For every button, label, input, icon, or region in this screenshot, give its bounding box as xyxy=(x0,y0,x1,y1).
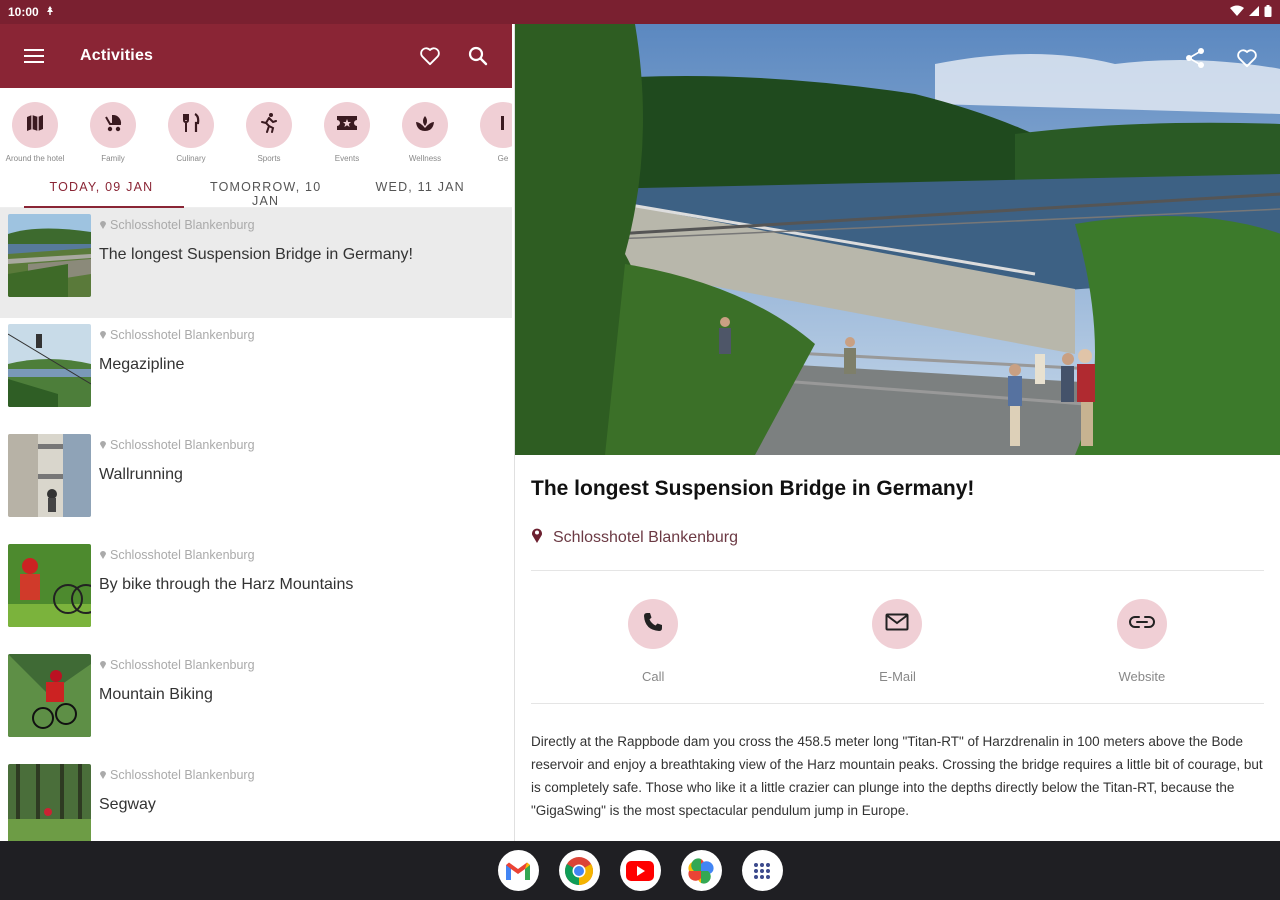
location-pin-icon xyxy=(99,658,107,672)
wifi-icon xyxy=(1230,5,1244,20)
app-bar: Activities xyxy=(0,24,512,88)
activities-list-pane: Activities Around the hotel Family Culin… xyxy=(0,24,512,841)
category-label: Culinary xyxy=(176,154,206,163)
call-label: Call xyxy=(641,669,665,684)
activity-list-item[interactable]: Schlosshotel Blankenburg Wallrunning xyxy=(0,428,512,538)
activity-location: Schlosshotel Blankenburg xyxy=(110,548,255,562)
phone-icon xyxy=(642,611,664,638)
tab-today[interactable]: TODAY, 09 JAN xyxy=(0,166,203,207)
running-icon xyxy=(259,112,279,139)
ticket-icon xyxy=(336,114,358,137)
stroller-icon xyxy=(102,112,124,139)
page-title: Activities xyxy=(80,47,154,64)
activity-list: Schlosshotel Blankenburg The longest Sus… xyxy=(0,208,512,841)
activity-location: Schlosshotel Blankenburg xyxy=(110,658,255,672)
gmail-app-icon[interactable] xyxy=(497,850,539,891)
youtube-app-icon[interactable] xyxy=(619,850,661,891)
website-button[interactable]: Website xyxy=(1020,571,1264,703)
category-label: Ge xyxy=(497,154,509,163)
activity-thumbnail xyxy=(8,544,91,627)
category-sports[interactable]: Sports xyxy=(237,102,301,166)
activity-location: Schlosshotel Blankenburg xyxy=(110,438,255,452)
category-family[interactable]: Family xyxy=(81,102,145,166)
detail-description: Directly at the Rappbode dam you cross t… xyxy=(531,734,1263,818)
call-button[interactable]: Call xyxy=(531,571,775,703)
favorites-heart-icon[interactable] xyxy=(416,42,444,70)
detail-location[interactable]: Schlosshotel Blankenburg xyxy=(531,527,1264,548)
category-label: Family xyxy=(101,154,125,163)
more-icon xyxy=(493,113,512,138)
photos-app-icon[interactable] xyxy=(680,850,722,891)
category-more[interactable]: Ge xyxy=(471,102,512,166)
website-label: Website xyxy=(1118,669,1166,684)
category-label: Events xyxy=(334,154,360,163)
location-pin-icon xyxy=(99,218,107,232)
battery-icon xyxy=(1264,4,1272,20)
activity-thumbnail xyxy=(8,324,91,407)
taskbar xyxy=(0,841,1280,900)
search-icon[interactable] xyxy=(464,42,492,70)
email-button[interactable]: E-Mail xyxy=(775,571,1019,703)
date-tabs: TODAY, 09 JAN TOMORROW, 10 JAN WED, 11 J… xyxy=(0,166,512,208)
location-pin-icon xyxy=(99,768,107,782)
detail-title: The longest Suspension Bridge in Germany… xyxy=(531,477,975,500)
activity-name: Segway xyxy=(99,796,156,813)
notification-icon xyxy=(45,5,55,19)
activity-list-item[interactable]: Schlosshotel Blankenburg By bike through… xyxy=(0,538,512,648)
activity-thumbnail xyxy=(8,214,91,297)
mail-icon xyxy=(885,613,909,636)
detail-location-text: Schlosshotel Blankenburg xyxy=(553,528,739,546)
activity-thumbnail xyxy=(8,654,91,737)
cutlery-icon xyxy=(181,112,201,139)
category-events[interactable]: Events xyxy=(315,102,379,166)
menu-icon[interactable] xyxy=(24,44,48,68)
signal-icon xyxy=(1248,5,1260,20)
hero-image xyxy=(515,24,1280,455)
activity-name: Megazipline xyxy=(99,356,185,373)
location-pin-icon xyxy=(99,548,107,562)
activity-list-item[interactable]: Schlosshotel Blankenburg Mountain Biking xyxy=(0,648,512,758)
tab-tomorrow[interactable]: TOMORROW, 10 JAN xyxy=(203,166,329,208)
activity-detail-pane: The longest Suspension Bridge in Germany… xyxy=(514,24,1280,841)
spa-icon xyxy=(414,113,436,138)
activity-location: Schlosshotel Blankenburg xyxy=(110,328,255,342)
activity-name: Wallrunning xyxy=(99,466,183,483)
category-around-the-hotel[interactable]: Around the hotel xyxy=(3,102,67,166)
location-pin-icon xyxy=(99,438,107,452)
email-label: E-Mail xyxy=(879,669,916,684)
category-label: Sports xyxy=(257,154,281,163)
category-label: Wellness xyxy=(408,154,442,163)
category-culinary[interactable]: Culinary xyxy=(159,102,223,166)
category-wellness[interactable]: Wellness xyxy=(393,102,457,166)
activity-list-item[interactable]: Schlosshotel Blankenburg Segway xyxy=(0,758,512,841)
activity-thumbnail xyxy=(8,764,91,841)
activity-location: Schlosshotel Blankenburg xyxy=(110,768,255,782)
location-pin-icon xyxy=(531,527,543,548)
location-pin-icon xyxy=(99,328,107,342)
app-launcher-icon[interactable] xyxy=(741,850,783,891)
status-time: 10:00 xyxy=(8,5,39,19)
divider xyxy=(531,703,1264,704)
activity-name: Mountain Biking xyxy=(99,686,213,703)
category-label: Around the hotel xyxy=(5,154,65,163)
activity-name: The longest Suspension Bridge in Germany… xyxy=(99,246,413,263)
activity-list-item[interactable]: Schlosshotel Blankenburg Megazipline xyxy=(0,318,512,428)
link-icon xyxy=(1128,615,1155,634)
tab-wed[interactable]: WED, 11 JAN xyxy=(328,166,512,207)
status-bar: 10:00 xyxy=(0,0,1280,24)
contact-actions: Call E-Mail Website xyxy=(531,571,1264,703)
activity-list-item[interactable]: Schlosshotel Blankenburg The longest Sus… xyxy=(0,208,512,318)
favorite-heart-icon[interactable] xyxy=(1233,44,1261,72)
activity-name: By bike through the Harz Mountains xyxy=(99,576,354,593)
map-icon xyxy=(25,113,45,138)
category-bar: Around the hotel Family Culinary Sports … xyxy=(0,88,512,166)
activity-location: Schlosshotel Blankenburg xyxy=(110,218,255,232)
chrome-app-icon[interactable] xyxy=(558,850,600,891)
share-icon[interactable] xyxy=(1181,44,1209,72)
activity-thumbnail xyxy=(8,434,91,517)
